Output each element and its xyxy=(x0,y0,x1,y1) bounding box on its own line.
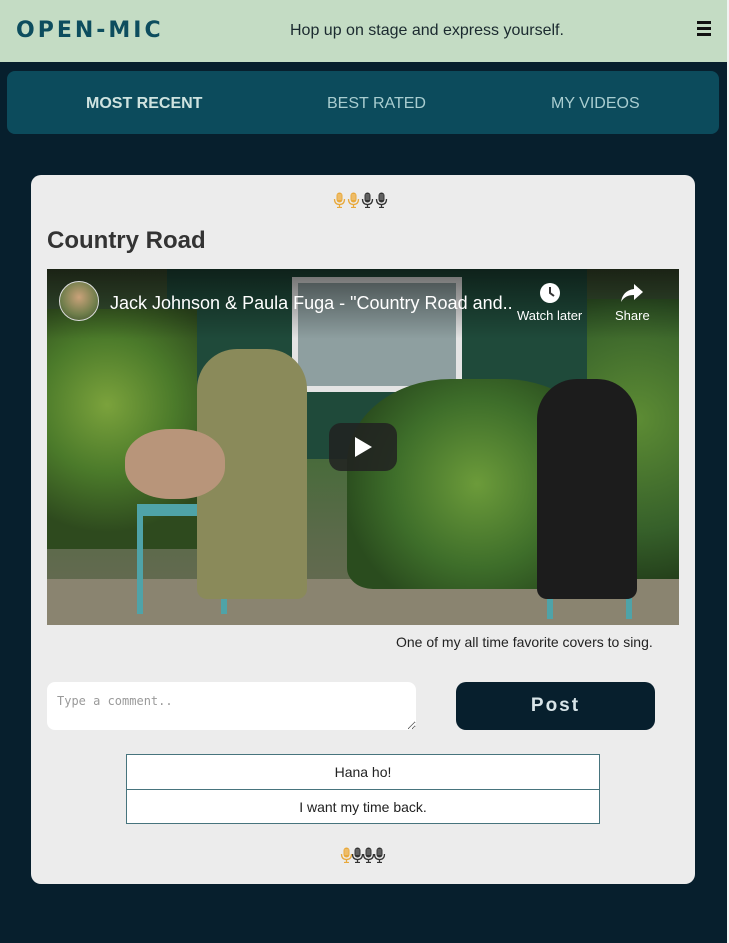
post-title: Country Road xyxy=(47,227,206,254)
post-comment-button[interactable]: Post xyxy=(456,682,655,730)
tab-bar: MOST RECENT BEST RATED MY VIDEOS xyxy=(7,71,719,134)
rating-bottom[interactable] xyxy=(340,847,386,863)
mic-empty-icon[interactable] xyxy=(361,192,374,208)
mic-empty-icon[interactable] xyxy=(375,192,388,208)
tab-best-rated[interactable]: BEST RATED xyxy=(327,95,426,113)
hamburger-menu-icon[interactable] xyxy=(697,21,711,36)
mic-filled-icon[interactable] xyxy=(347,192,360,208)
watch-later-label: Watch later xyxy=(517,308,583,323)
play-icon xyxy=(355,437,372,457)
share-button[interactable]: Share xyxy=(615,282,650,323)
tab-most-recent[interactable]: MOST RECENT xyxy=(86,95,202,113)
header-bar: OPEN-MIC Hop up on stage and express you… xyxy=(0,0,727,62)
comment-item: I want my time back. xyxy=(127,789,599,823)
tagline: Hop up on stage and express yourself. xyxy=(290,22,564,39)
video-post-card: Country Road Jack Johnson & Paula Fuga -… xyxy=(31,175,695,884)
rating-top[interactable] xyxy=(333,192,388,208)
share-icon xyxy=(621,284,644,302)
video-player[interactable]: Jack Johnson & Paula Fuga - "Country Roa… xyxy=(47,269,679,625)
tab-my-videos[interactable]: MY VIDEOS xyxy=(551,95,640,113)
mic-filled-icon[interactable] xyxy=(333,192,346,208)
comments-list: Hana ho! I want my time back. xyxy=(126,754,600,824)
clock-icon xyxy=(539,283,560,303)
brand-logo[interactable]: OPEN-MIC xyxy=(16,18,164,43)
share-label: Share xyxy=(615,308,650,323)
play-button[interactable] xyxy=(329,423,397,471)
mic-empty-icon[interactable] xyxy=(373,847,386,863)
video-description: One of my all time favorite covers to si… xyxy=(396,634,653,650)
video-title[interactable]: Jack Johnson & Paula Fuga - "Country Roa… xyxy=(110,293,513,314)
comment-item: Hana ho! xyxy=(334,764,392,780)
watch-later-button[interactable]: Watch later xyxy=(517,282,582,323)
channel-avatar[interactable] xyxy=(59,281,99,321)
comment-input[interactable] xyxy=(47,682,416,730)
